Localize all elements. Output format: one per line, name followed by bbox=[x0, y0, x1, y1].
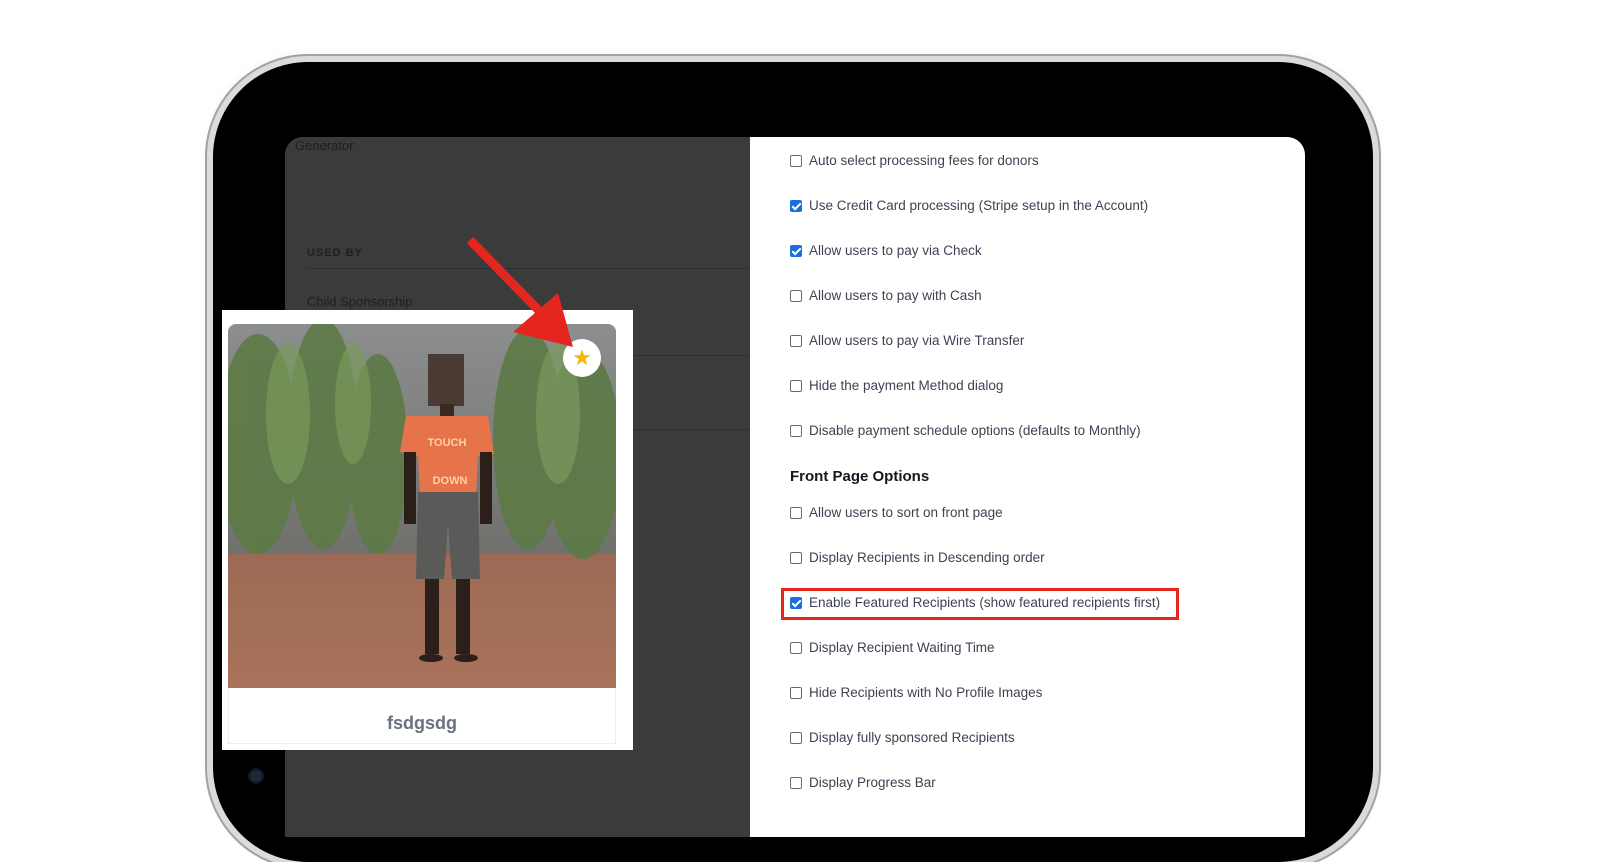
option-auto-select-fees[interactable]: Auto select processing fees for donors bbox=[790, 153, 1039, 168]
camera-icon bbox=[248, 768, 264, 784]
tablet-button-top-1 bbox=[365, 55, 443, 61]
option-label: Allow users to sort on front page bbox=[809, 505, 1003, 520]
option-fully-sponsored[interactable]: Display fully sponsored Recipients bbox=[790, 730, 1015, 745]
checkbox[interactable] bbox=[790, 334, 802, 347]
option-hide-payment-dialog[interactable]: Hide the payment Method dialog bbox=[790, 378, 1003, 393]
option-label: Hide the payment Method dialog bbox=[809, 378, 1004, 393]
option-waiting-time[interactable]: Display Recipient Waiting Time bbox=[790, 640, 995, 655]
option-label: Display Recipient Waiting Time bbox=[809, 640, 995, 655]
settings-panel: Auto select processing fees for donors U… bbox=[750, 137, 1305, 837]
option-enable-featured[interactable]: Enable Featured Recipients (show feature… bbox=[790, 595, 1160, 610]
option-label: Hide Recipients with No Profile Images bbox=[809, 685, 1043, 700]
generator-text: Generator bbox=[295, 138, 354, 153]
option-pay-check[interactable]: Allow users to pay via Check bbox=[790, 243, 982, 258]
checkbox[interactable] bbox=[790, 641, 802, 654]
option-credit-card[interactable]: Use Credit Card processing (Stripe setup… bbox=[790, 198, 1148, 213]
svg-text:DOWN: DOWN bbox=[433, 475, 468, 487]
option-label: Display Progress Bar bbox=[809, 775, 936, 790]
used-by-label: USED BY bbox=[307, 247, 363, 259]
option-label: Display Recipients in Descending order bbox=[809, 550, 1045, 565]
option-label: Auto select processing fees for donors bbox=[809, 153, 1039, 168]
option-descending-order[interactable]: Display Recipients in Descending order bbox=[790, 550, 1045, 565]
checkbox[interactable] bbox=[790, 686, 802, 699]
checkbox[interactable] bbox=[790, 776, 802, 789]
checkbox[interactable] bbox=[790, 379, 802, 392]
recipient-photo: TOUCH DOWN bbox=[228, 324, 616, 688]
svg-text:TOUCH: TOUCH bbox=[428, 437, 467, 449]
option-label: Allow users to pay with Cash bbox=[809, 288, 982, 303]
option-wire-transfer[interactable]: Allow users to pay via Wire Transfer bbox=[790, 333, 1024, 348]
option-hide-no-image[interactable]: Hide Recipients with No Profile Images bbox=[790, 685, 1042, 700]
checkbox[interactable] bbox=[790, 506, 802, 519]
checkbox[interactable] bbox=[790, 731, 802, 744]
tablet-button-top-2 bbox=[469, 55, 547, 61]
option-label: Allow users to pay via Check bbox=[809, 243, 982, 258]
front-page-options-heading: Front Page Options bbox=[790, 468, 930, 485]
option-label: Enable Featured Recipients (show feature… bbox=[809, 595, 1161, 610]
option-label: Use Credit Card processing (Stripe setup… bbox=[809, 198, 1149, 213]
option-label: Display fully sponsored Recipients bbox=[809, 730, 1015, 745]
option-pay-cash[interactable]: Allow users to pay with Cash bbox=[790, 288, 982, 303]
tablet-button-right bbox=[1373, 470, 1379, 590]
checkbox[interactable] bbox=[790, 551, 802, 564]
recipient-card[interactable]: TOUCH DOWN bbox=[222, 310, 633, 750]
checkbox[interactable] bbox=[790, 244, 802, 257]
option-progress-bar[interactable]: Display Progress Bar bbox=[790, 775, 936, 790]
checkbox[interactable] bbox=[790, 424, 802, 437]
checkbox[interactable] bbox=[790, 596, 802, 609]
option-disable-schedule[interactable]: Disable payment schedule options (defaul… bbox=[790, 423, 1141, 438]
option-label: Allow users to pay via Wire Transfer bbox=[809, 333, 1025, 348]
checkbox[interactable] bbox=[790, 289, 802, 302]
annotation-arrow bbox=[466, 236, 573, 347]
option-label: Disable payment schedule options (defaul… bbox=[809, 423, 1141, 438]
checkbox[interactable] bbox=[790, 154, 802, 167]
option-sort-front-page[interactable]: Allow users to sort on front page bbox=[790, 505, 1003, 520]
recipient-name[interactable]: fsdgsdg bbox=[222, 713, 622, 734]
checkbox[interactable] bbox=[790, 199, 802, 212]
